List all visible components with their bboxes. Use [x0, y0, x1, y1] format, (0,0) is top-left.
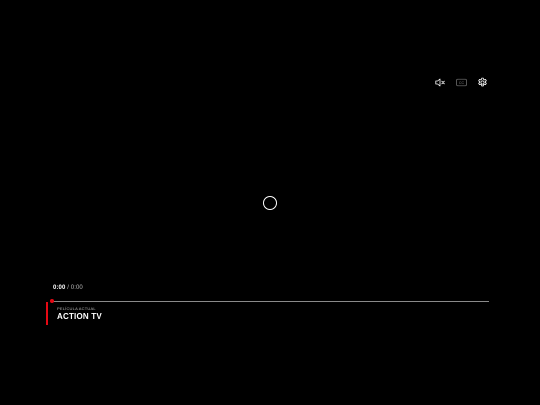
mute-button[interactable]	[434, 76, 447, 89]
now-playing: PELÍCULA ACTUAL ACTION TV	[46, 302, 102, 325]
volume-muted-icon	[435, 78, 445, 87]
gear-icon	[478, 77, 487, 87]
duration: 0:00	[70, 285, 83, 291]
captions-icon: CC	[456, 78, 467, 87]
progress-bar[interactable]	[52, 301, 489, 302]
video-player[interactable]: CC 0:00 / 0:00 PELÍCULA ACTUAL ACTION TV	[0, 0, 540, 405]
loading-spinner-icon	[263, 196, 277, 210]
now-playing-label: PELÍCULA ACTUAL	[57, 306, 96, 311]
captions-icon-text: CC	[459, 81, 465, 85]
time-display: 0:00 / 0:00	[53, 285, 83, 291]
now-playing-title: ACTION TV	[57, 312, 102, 321]
time-separator: /	[67, 285, 69, 291]
current-time: 0:00	[53, 285, 66, 291]
captions-button[interactable]: CC	[455, 76, 468, 89]
top-controls: CC	[434, 76, 489, 89]
settings-button[interactable]	[476, 76, 489, 89]
